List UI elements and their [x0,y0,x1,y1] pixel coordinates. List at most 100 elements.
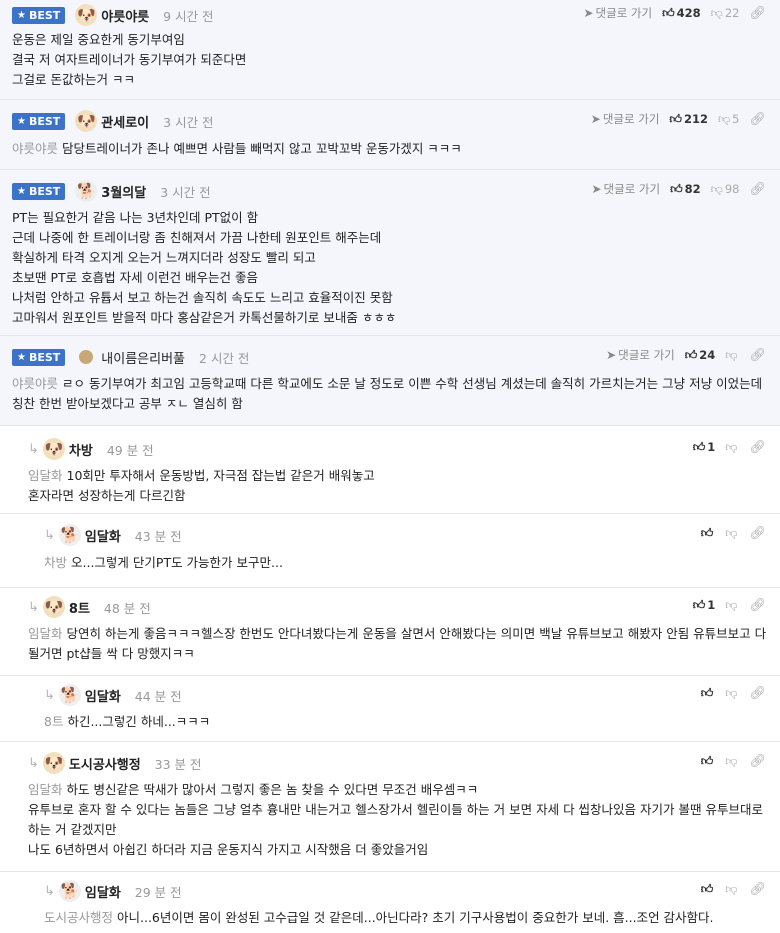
comment-body: 임달화 당연히 하는게 좋음ㅋㅋㅋ헬스장 한번도 안다녀봤다는게 운동을 살면서 … [28,624,768,664]
comment-actions: 👍︎ 1 👎︎ 🔗︎ [693,596,766,614]
link-icon[interactable]: 🔗︎ [749,526,766,541]
star-icon: ★ [17,9,26,21]
comment-actions: 👍︎ 👎︎ 🔗︎ [701,752,766,770]
comment-item: ★ BEST 🐕 3월의달 3 시간 전 ➤ 댓글로 가기 👍︎ 82 👎︎ 98 🔗︎… [0,170,780,336]
upvote-button[interactable]: 👍︎ 82 [670,182,701,197]
avatar[interactable]: 🐕 [75,180,98,202]
link-icon[interactable]: 🔗︎ [749,882,766,897]
link-icon[interactable]: 🔗︎ [749,754,766,769]
timestamp: 3 시간 전 [160,184,211,200]
reply-arrow-icon: ↳ [44,883,55,899]
comment-line: 그걸로 돈값하는거 ㅋㅋ [12,72,135,87]
comment-line: 임달화 하도 병신같은 딱새가 많아서 그렇지 좋은 놈 찾을 수 있다면 무조건… [28,780,768,800]
mention[interactable]: 임달화 [28,782,63,797]
thumbs-down-icon: 👎︎ [725,439,738,454]
link-icon[interactable]: 🔗︎ [749,686,766,701]
thumbs-up-icon: 👍︎ [670,181,683,196]
comment-actions: ➤ 댓글로 가기 👍︎ 212 👎︎ 5 🔗︎ [591,110,766,128]
downvote-button[interactable]: 👎︎ [725,686,739,701]
downvote-button[interactable]: 👎︎ [725,754,739,769]
upvote-button[interactable]: 👍︎ [701,686,716,701]
star-icon: ★ [17,185,26,197]
mention[interactable]: 도시공사행정 [44,910,113,925]
avatar[interactable] [79,350,94,364]
upvote-button[interactable]: 👍︎ 1 [693,440,716,455]
nickname[interactable]: 관세로이 [101,112,149,131]
avatar[interactable]: 🐶 [42,438,65,460]
nickname[interactable]: 임달화 [85,686,121,705]
downvote-button[interactable]: 👎︎ [725,882,739,897]
mention[interactable]: 차방 [44,555,67,570]
avatar[interactable]: 🐶 [75,4,98,26]
comment-header: ↳ 🐕 임달화 44 분 전 [44,684,182,706]
nickname[interactable]: 차방 [69,440,93,459]
downvote-button[interactable]: 👎︎ 22 [711,6,740,21]
upvote-button[interactable]: 👍︎ [701,882,716,897]
nickname[interactable]: 내이름은리버풀 [101,348,185,367]
upvote-button[interactable]: 👍︎ [701,526,716,541]
upvote-button[interactable]: 👍︎ 24 [685,348,716,363]
nickname[interactable]: 8트 [69,598,90,617]
link-icon[interactable]: 🔗︎ [749,440,766,455]
timestamp: 3 시간 전 [163,114,214,130]
avatar[interactable]: 🐕 [58,524,81,546]
mention[interactable]: 임달화 [28,468,63,483]
thumbs-down-icon: 👎︎ [725,597,738,612]
comment-text: 담당트레이너가 존나 예쁘면 사람들 빼먹지 않고 꼬박꼬박 운동가겠지 ㅋㅋㅋ [62,141,462,156]
comment-text: 아니...6년이면 몸이 완성된 고수급일 것 같은데...아닌다라? 초기 기… [117,910,714,925]
downvote-button[interactable]: 👎︎ [725,598,739,613]
reply-item: ↳ 🐶 도시공사행정 33 분 전 👍︎ 👎︎ 🔗︎ 임달화 하도 병신같은 딱새… [0,744,780,872]
upvote-count: 1 [707,439,716,454]
nickname[interactable]: 임달화 [85,526,121,545]
best-badge: ★ BEST [12,6,66,24]
avatar[interactable]: 🐕 [58,880,81,902]
thumbs-up-icon: 👍︎ [692,597,706,612]
goto-label: 댓글로 가기 [603,182,661,196]
thumbs-down-icon: 👎︎ [725,881,738,896]
mention[interactable]: 야릇야릇 [12,376,58,391]
comment-actions: 👍︎ 👎︎ 🔗︎ [701,524,766,542]
downvote-button[interactable]: 👎︎ 98 [711,182,740,197]
link-icon[interactable]: 🔗︎ [749,348,766,363]
timestamp: 29 분 전 [134,884,182,900]
upvote-button[interactable]: 👍︎ 1 [693,598,716,613]
link-icon[interactable]: 🔗︎ [749,6,766,21]
comment-line: 나처럼 안하고 유튭서 보고 하는건 솔직히 속도도 느리고 효율적이진 못함 [12,290,393,305]
downvote-button[interactable]: 👎︎ [725,348,739,363]
comment-text: 하긴...그렇긴 하네...ㅋㅋㅋ [67,714,211,729]
avatar[interactable]: 🐕 [58,684,81,706]
avatar[interactable]: 🐶 [42,596,65,618]
goto-comment-link[interactable]: ➤ 댓글로 가기 [606,347,675,363]
thumbs-up-icon: 👍︎ [700,525,714,540]
reply-arrow-icon: ↳ [28,755,39,771]
mention[interactable]: 임달화 [28,626,63,641]
goto-comment-link[interactable]: ➤ 댓글로 가기 [591,181,660,197]
comment-line: PT는 필요한거 같음 나는 3년차인데 PT없이 함 [12,210,259,225]
comment-header: ↳ 🐶 차방 49 분 전 [28,438,154,460]
mention[interactable]: 8트 [44,714,63,729]
nickname[interactable]: 야릇야릇 [101,6,149,25]
downvote-button[interactable]: 👎︎ [725,526,739,541]
link-icon[interactable]: 🔗︎ [749,598,766,613]
downvote-button[interactable]: 👎︎ 5 [718,112,740,127]
nickname[interactable]: 도시공사행정 [69,754,141,773]
comment-header: ↳ 🐶 8트 48 분 전 [28,596,151,618]
goto-comment-link[interactable]: ➤ 댓글로 가기 [583,5,652,21]
reply-arrow-icon: ↳ [44,687,55,703]
upvote-button[interactable]: 👍︎ 212 [669,112,708,127]
downvote-button[interactable]: 👎︎ [725,440,739,455]
nickname[interactable]: 임달화 [85,882,121,901]
nickname[interactable]: 3월의달 [101,182,146,201]
thumbs-up-icon: 👍︎ [692,439,706,454]
avatar[interactable]: 🐶 [42,752,65,774]
link-icon[interactable]: 🔗︎ [749,112,766,127]
mention[interactable]: 야릇야릇 [12,141,58,156]
comment-line: 야릇야릇 ㄹㅇ 동기부여가 최고임 고등학교때 다른 학교에도 소문 날 정도로 … [12,374,768,414]
upvote-button[interactable]: 👍︎ [701,754,716,769]
comment-text: 10회만 투자해서 운동방법, 자극점 잡는법 같은거 배워놓고 [66,468,375,483]
link-icon[interactable]: 🔗︎ [749,182,766,197]
goto-comment-link[interactable]: ➤ 댓글로 가기 [591,111,660,127]
thumbs-up-icon: 👍︎ [700,685,714,700]
upvote-button[interactable]: 👍︎ 428 [662,6,701,21]
avatar[interactable]: 🐶 [75,110,98,132]
